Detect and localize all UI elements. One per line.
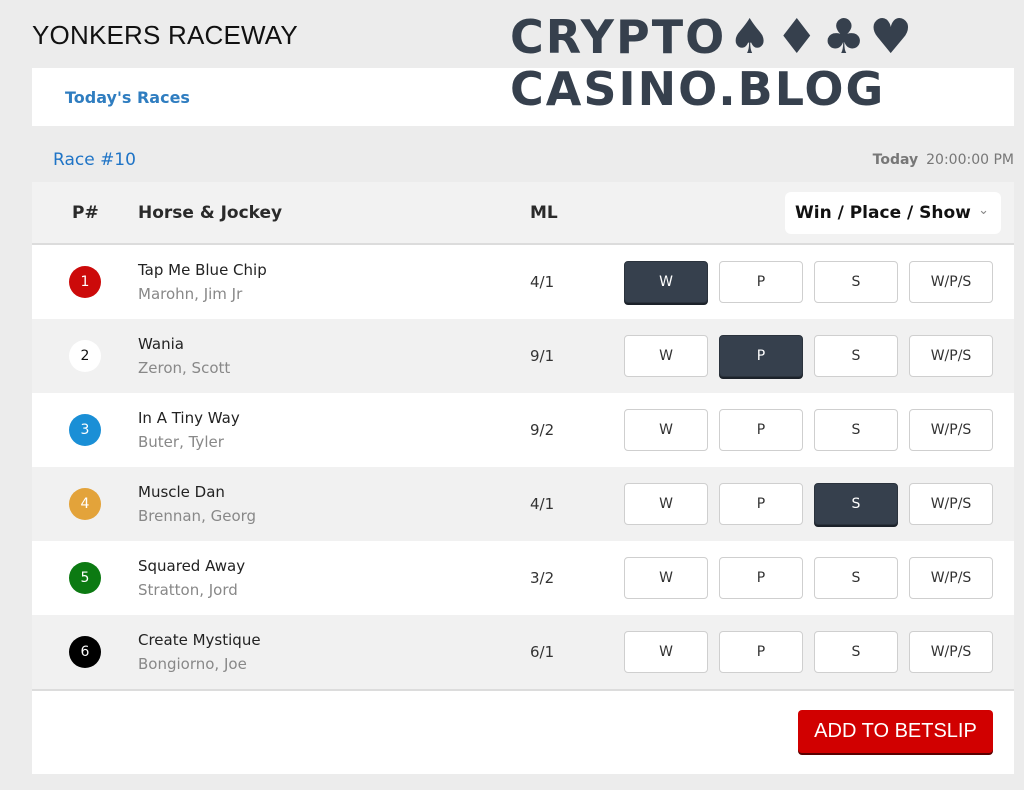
bet-button-p[interactable]: P <box>719 557 803 599</box>
bet-buttons: W P S W/P/S <box>624 557 993 599</box>
table-body: 1 Tap Me Blue Chip Marohn, Jim Jr 4/1 W P S W/P… <box>32 245 1014 689</box>
morning-line-odds: 4/1 <box>530 273 555 291</box>
bet-button-s[interactable]: S <box>814 483 898 525</box>
bet-button-s[interactable]: S <box>814 261 898 303</box>
column-post-number: P# <box>72 203 99 223</box>
bet-buttons: W P S W/P/S <box>624 631 993 673</box>
bet-button-s[interactable]: S <box>814 631 898 673</box>
spade-icon: ♠ <box>728 9 774 65</box>
table-row: 1 Tap Me Blue Chip Marohn, Jim Jr 4/1 W P S W/P… <box>32 245 1014 319</box>
club-icon: ♣ <box>822 9 868 65</box>
morning-line-odds: 9/1 <box>530 347 555 365</box>
bet-button-s[interactable]: S <box>814 335 898 377</box>
bet-button-p[interactable]: P <box>719 335 803 377</box>
post-number-badge: 5 <box>69 562 101 594</box>
jockey-name: Stratton, Jord <box>138 581 238 599</box>
track-title: YONKERS RACEWAY <box>32 20 298 50</box>
bet-button-wps[interactable]: W/P/S <box>909 409 993 451</box>
bet-button-w[interactable]: W <box>624 557 708 599</box>
bet-button-p[interactable]: P <box>719 409 803 451</box>
logo-line2: CASINO.BLOG <box>510 62 886 116</box>
entries-table: P# Horse & Jockey ML Win / Place / Show … <box>32 182 1014 774</box>
jockey-name: Buter, Tyler <box>138 433 224 451</box>
post-number-badge: 2 <box>69 340 101 372</box>
add-to-betslip-button[interactable]: ADD TO BETSLIP <box>798 710 993 753</box>
jockey-name: Zeron, Scott <box>138 359 231 377</box>
crypto-casino-blog-logo: CRYPTO ♠ ♦ ♣ ♥ CASINO.BLOG <box>510 12 1005 114</box>
race-post-time: 20:00:00 PM <box>926 152 1014 168</box>
bet-button-p[interactable]: P <box>719 631 803 673</box>
bet-type-selected: Win / Place / Show <box>795 203 971 223</box>
bet-button-w[interactable]: W <box>624 261 708 303</box>
jockey-name: Brennan, Georg <box>138 507 257 525</box>
bet-button-wps[interactable]: W/P/S <box>909 261 993 303</box>
post-number-badge: 3 <box>69 414 101 446</box>
bet-type-select[interactable]: Win / Place / Show ⌄ <box>785 192 1001 234</box>
table-row: 2 Wania Zeron, Scott 9/1 W P S W/P/S <box>32 319 1014 393</box>
horse-name: Muscle Dan <box>138 483 225 501</box>
bet-button-s[interactable]: S <box>814 557 898 599</box>
bet-button-wps[interactable]: W/P/S <box>909 483 993 525</box>
horse-name: Create Mystique <box>138 631 261 649</box>
chevron-down-icon: ⌄ <box>978 203 989 218</box>
logo-line1: CRYPTO <box>510 10 727 64</box>
bet-button-w[interactable]: W <box>624 335 708 377</box>
bet-buttons: W P S W/P/S <box>624 335 993 377</box>
horse-name: In A Tiny Way <box>138 409 240 427</box>
jockey-name: Bongiorno, Joe <box>138 655 247 673</box>
post-number-badge: 6 <box>69 636 101 668</box>
diamond-icon: ♦ <box>775 9 821 65</box>
jockey-name: Marohn, Jim Jr <box>138 285 243 303</box>
horse-name: Squared Away <box>138 557 246 575</box>
bet-button-s[interactable]: S <box>814 409 898 451</box>
bet-button-w[interactable]: W <box>624 631 708 673</box>
morning-line-odds: 9/2 <box>530 421 555 439</box>
bet-button-w[interactable]: W <box>624 409 708 451</box>
bet-button-wps[interactable]: W/P/S <box>909 557 993 599</box>
bet-button-p[interactable]: P <box>719 261 803 303</box>
post-number-badge: 1 <box>69 266 101 298</box>
table-row: 5 Squared Away Stratton, Jord 3/2 W P S W/P/S <box>32 541 1014 615</box>
bet-button-w[interactable]: W <box>624 483 708 525</box>
column-morning-line: ML <box>530 203 558 223</box>
bet-button-wps[interactable]: W/P/S <box>909 631 993 673</box>
table-footer: ADD TO BETSLIP <box>32 689 1014 774</box>
bet-button-wps[interactable]: W/P/S <box>909 335 993 377</box>
morning-line-odds: 4/1 <box>530 495 555 513</box>
morning-line-odds: 6/1 <box>530 643 555 661</box>
heart-icon: ♥ <box>869 9 915 65</box>
column-horse-jockey: Horse & Jockey <box>138 203 283 223</box>
todays-races-link[interactable]: Today's Races <box>65 88 190 107</box>
table-row: 4 Muscle Dan Brennan, Georg 4/1 W P S W/P/S <box>32 467 1014 541</box>
bet-button-p[interactable]: P <box>719 483 803 525</box>
horse-name: Wania <box>138 335 184 353</box>
table-header: P# Horse & Jockey ML Win / Place / Show … <box>32 182 1014 245</box>
bet-buttons: W P S W/P/S <box>624 261 993 303</box>
table-row: 6 Create Mystique Bongiorno, Joe 6/1 W P S W/P/… <box>32 615 1014 689</box>
race-time: Today 20:00:00 PM <box>873 152 1014 168</box>
race-day: Today <box>872 152 919 168</box>
post-number-badge: 4 <box>69 488 101 520</box>
bet-buttons: W P S W/P/S <box>624 483 993 525</box>
horse-name: Tap Me Blue Chip <box>138 261 267 279</box>
morning-line-odds: 3/2 <box>530 569 555 587</box>
table-row: 3 In A Tiny Way Buter, Tyler 9/2 W P S W/P/S <box>32 393 1014 467</box>
race-number[interactable]: Race #10 <box>53 150 136 170</box>
bet-buttons: W P S W/P/S <box>624 409 993 451</box>
